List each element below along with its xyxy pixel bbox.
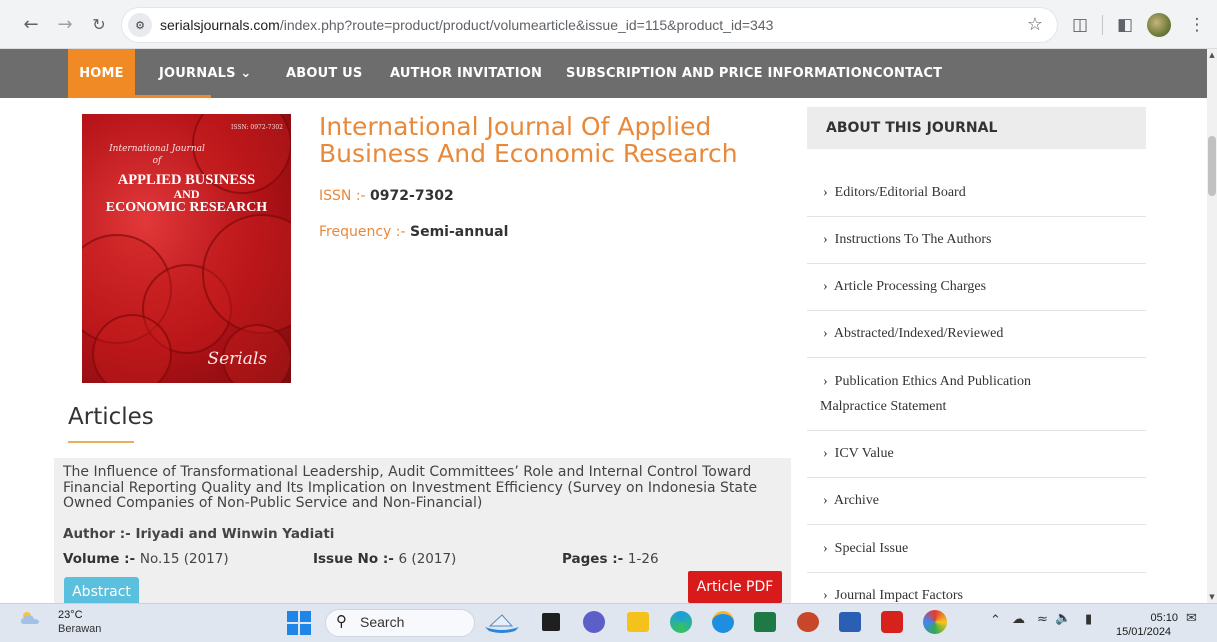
volume-muted-icon[interactable]: 🔈 <box>1055 611 1071 626</box>
article-pages: Pages :- 1-26 <box>562 551 659 567</box>
article-author: Author :- Iriyadi and Winwin Yadiati <box>63 526 335 542</box>
sidebar-item-icv[interactable]: › ICV Value <box>807 441 1146 466</box>
word-icon[interactable] <box>839 612 861 632</box>
sidebar-item-archive[interactable]: › Archive <box>807 488 1146 513</box>
article-pdf-button[interactable]: Article PDF <box>688 571 782 603</box>
search-icon: ⚲ <box>336 612 347 630</box>
sidebar-divider <box>807 430 1146 431</box>
chevron-right-icon: › <box>823 374 828 389</box>
chevron-right-icon: › <box>823 588 828 603</box>
task-view-icon[interactable] <box>542 613 560 631</box>
nav-subscription[interactable]: SUBSCRIPTION AND PRICE INFORMATION <box>566 49 873 98</box>
menu-dots-icon[interactable]: ⋮ <box>1181 9 1213 41</box>
chevron-right-icon: › <box>823 279 828 294</box>
reload-icon[interactable]: ↻ <box>86 11 112 37</box>
site-info-icon[interactable]: ⚙ <box>128 13 152 37</box>
battery-icon[interactable]: ▮ <box>1085 612 1092 627</box>
clock-date[interactable]: 15/01/2024 <box>1116 626 1171 638</box>
sidebar-divider <box>807 572 1146 573</box>
toolbar-divider <box>1102 14 1103 35</box>
excel-icon[interactable] <box>754 612 776 632</box>
article-volume: Volume :- No.15 (2017) <box>63 551 229 567</box>
side-panel-icon[interactable]: ◧ <box>1109 9 1141 41</box>
url-text[interactable]: serialsjournals.com/index.php?route=prod… <box>160 17 773 33</box>
teams-chat-icon[interactable] <box>583 611 605 633</box>
scroll-thumb[interactable] <box>1208 136 1216 196</box>
weather-cloud-icon[interactable] <box>20 611 40 625</box>
tray-overflow-chevron-icon[interactable]: ⌃ <box>990 613 1001 628</box>
sidebar-item-apc[interactable]: › Article Processing Charges <box>807 274 1146 299</box>
bookmark-star-icon[interactable]: ☆ <box>1027 14 1043 35</box>
chevron-right-icon: › <box>823 185 828 200</box>
notification-icon[interactable]: ✉ <box>1186 611 1197 626</box>
scroll-down-icon[interactable]: ▼ <box>1208 593 1216 601</box>
address-bar[interactable]: ⚙ serialsjournals.com/index.php?route=pr… <box>122 8 1057 42</box>
sidebar-divider <box>807 216 1146 217</box>
about-journal-heading: ABOUT THIS JOURNAL <box>826 120 998 136</box>
nav-journals[interactable]: JOURNALS ⌄ <box>159 49 251 98</box>
sidebar-divider <box>807 524 1146 525</box>
sidebar-divider <box>807 263 1146 264</box>
nav-active-underline <box>68 95 211 98</box>
journal-cover-image: ISSN: 0972-7302 International Journal of… <box>82 114 291 383</box>
chevron-right-icon: › <box>823 232 828 247</box>
chevron-right-icon: › <box>823 446 828 461</box>
articles-heading: Articles <box>68 404 154 430</box>
page-scrollbar[interactable]: ▲ ▼ <box>1207 49 1217 603</box>
weather-condition[interactable]: Berawan <box>58 623 101 635</box>
article-issue: Issue No :- 6 (2017) <box>313 551 457 567</box>
file-explorer-icon[interactable] <box>627 612 649 632</box>
sidebar-divider <box>807 357 1146 358</box>
site-navigation: HOME JOURNALS ⌄ ABOUT US AUTHOR INVITATI… <box>0 49 1207 98</box>
sidebar-divider <box>807 477 1146 478</box>
nav-about-us[interactable]: ABOUT US <box>286 49 363 98</box>
nav-author-invitation[interactable]: AUTHOR INVITATION <box>390 49 542 98</box>
sidebar-item-instructions[interactable]: › Instructions To The Authors <box>807 227 1146 252</box>
weather-temperature[interactable]: 23°C <box>58 609 83 621</box>
nav-contact[interactable]: CONTACT <box>873 49 942 98</box>
sidebar-divider <box>807 310 1146 311</box>
sidebar-item-special-issue[interactable]: › Special Issue <box>807 536 1146 561</box>
wifi-icon[interactable]: ≈ <box>1037 612 1048 627</box>
forward-arrow-icon[interactable]: → <box>52 11 78 37</box>
edge-browser-icon[interactable] <box>670 611 692 633</box>
chevron-right-icon: › <box>823 541 828 556</box>
sidebar-item-indexed[interactable]: › Abstracted/Indexed/Reviewed <box>807 321 1146 346</box>
chrome-icon[interactable] <box>923 610 947 634</box>
scroll-up-icon[interactable]: ▲ <box>1208 51 1216 59</box>
sidebar-item-editors[interactable]: › Editors/Editorial Board <box>807 180 1146 205</box>
abstract-button[interactable]: Abstract <box>64 577 139 603</box>
extensions-icon[interactable]: ◫ <box>1064 9 1096 41</box>
back-arrow-icon[interactable]: ← <box>18 11 44 37</box>
journal-title: International Journal Of Applied Busines… <box>319 112 738 168</box>
profile-avatar[interactable] <box>1147 12 1171 37</box>
browser-toolbar: ← → ↻ ⚙ serialsjournals.com/index.php?ro… <box>0 0 1217 49</box>
sidebar-item-ethics[interactable]: › Publication Ethics And Publication Malp… <box>807 369 1146 419</box>
help-app-icon[interactable] <box>712 611 734 633</box>
nav-home[interactable]: HOME <box>68 49 135 98</box>
windows-taskbar <box>0 603 1217 642</box>
clock-time[interactable]: 05:10 <box>1136 612 1178 624</box>
widget-boat-icon[interactable] <box>482 609 522 635</box>
taskbar-search-placeholder: Search <box>360 614 405 630</box>
articles-heading-underline <box>68 441 134 443</box>
powerpoint-icon[interactable] <box>797 612 819 632</box>
chevron-right-icon: › <box>823 493 828 508</box>
journal-frequency: Frequency :- Semi-annual <box>319 224 509 240</box>
chevron-right-icon: › <box>823 326 828 341</box>
tray-app-icon[interactable]: ☁ <box>1012 612 1025 627</box>
article-title: The Influence of Transformational Leader… <box>63 464 758 511</box>
windows-start-icon[interactable] <box>287 611 311 635</box>
acrobat-icon[interactable] <box>881 611 903 633</box>
journal-issn: ISSN :- 0972-7302 <box>319 188 454 204</box>
